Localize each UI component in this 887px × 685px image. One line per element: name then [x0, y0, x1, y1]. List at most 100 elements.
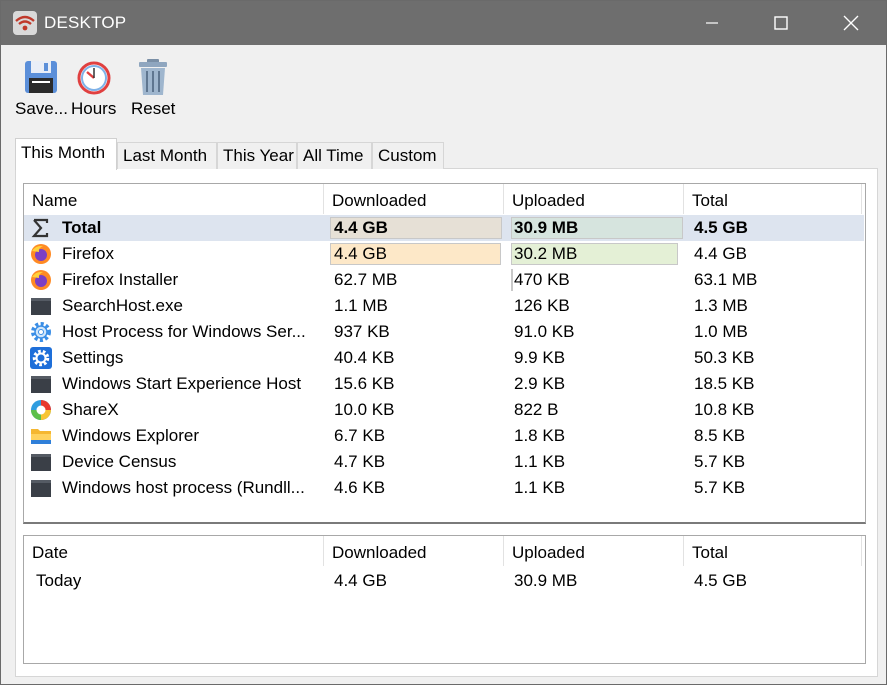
app-window-icon: [31, 480, 51, 497]
maximize-icon: [774, 16, 788, 30]
table-row[interactable]: Windows Start Experience Host 15.6 KB 2.…: [24, 371, 864, 397]
reset-button[interactable]: Reset: [131, 57, 175, 119]
table-row[interactable]: Host Process for Windows Ser... 937 KB 9…: [24, 319, 864, 345]
close-icon: [843, 15, 859, 31]
total-value: 4.5 GB: [694, 571, 747, 590]
app-name: ShareX: [62, 400, 119, 419]
table-header: Date Downloaded Uploaded Total: [24, 536, 865, 566]
table-row[interactable]: Windows host process (Rundll... 4.6 KB 1…: [24, 475, 864, 501]
total-value: 8.5 KB: [694, 426, 746, 445]
app-name: SearchHost.exe: [62, 296, 183, 315]
total-value: 1.0 MB: [694, 322, 748, 341]
column-header-downloaded[interactable]: Downloaded: [324, 184, 504, 214]
uploaded-value: 1.1 KB: [514, 478, 566, 497]
tab-this-month[interactable]: This Month: [15, 138, 117, 170]
total-total: 4.5 GB: [694, 218, 748, 237]
apps-usage-table[interactable]: Name Downloaded Uploaded Total Total 4.4…: [23, 183, 866, 524]
floppy-disk-icon: [25, 61, 58, 93]
table-header: Name Downloaded Uploaded Total: [24, 184, 865, 214]
firefox-icon: [31, 244, 51, 264]
downloaded-value: 15.6 KB: [334, 374, 395, 393]
table-row[interactable]: Firefox 4.4 GB 30.2 MB 4.4 GB: [24, 241, 864, 267]
dates-usage-table[interactable]: Date Downloaded Uploaded Total Today 4.4…: [23, 535, 866, 664]
downloaded-value: 937 KB: [334, 322, 390, 341]
table-row[interactable]: SearchHost.exe 1.1 MB 126 KB 1.3 MB: [24, 293, 864, 319]
app-name: Firefox Installer: [62, 270, 179, 289]
downloaded-value: 1.1 MB: [334, 296, 388, 315]
app-window-icon: [31, 454, 51, 471]
column-header-uploaded[interactable]: Uploaded: [504, 536, 684, 566]
minimize-button[interactable]: [677, 1, 747, 45]
app-name: Windows Explorer: [62, 426, 199, 445]
wifi-usage-icon: [13, 11, 37, 35]
tab-all-time[interactable]: All Time: [297, 142, 372, 169]
tab-this-year[interactable]: This Year: [217, 142, 297, 169]
table-row[interactable]: Today 4.4 GB 30.9 MB 4.5 GB: [24, 568, 864, 594]
column-header-total[interactable]: Total: [684, 184, 862, 214]
hours-button[interactable]: Hours: [71, 57, 116, 119]
tab-custom[interactable]: Custom: [372, 142, 444, 169]
app-name: Windows Start Experience Host: [62, 374, 302, 393]
uploaded-value: 2.9 KB: [514, 374, 566, 393]
reset-label: Reset: [131, 99, 176, 118]
uploaded-value: 470 KB: [514, 270, 570, 289]
uploaded-value: 1.8 KB: [514, 426, 566, 445]
window-title: DESKTOP: [44, 13, 127, 32]
folder-icon: [31, 429, 51, 444]
table-row[interactable]: Windows Explorer 6.7 KB 1.8 KB 8.5 KB: [24, 423, 864, 449]
title-bar: DESKTOP: [1, 1, 886, 45]
uploaded-value: 30.2 MB: [514, 244, 578, 263]
table-row[interactable]: Settings 40.4 KB 9.9 KB 50.3 KB: [24, 345, 864, 371]
column-header-name[interactable]: Name: [24, 184, 324, 214]
gear-light-icon: [31, 322, 51, 342]
total-value: 1.3 MB: [694, 296, 748, 315]
column-header-total[interactable]: Total: [684, 536, 862, 566]
downloaded-value: 6.7 KB: [334, 426, 386, 445]
sigma-icon: [31, 218, 49, 238]
app-name: Settings: [62, 348, 124, 367]
downloaded-value: 4.6 KB: [334, 478, 386, 497]
total-downloaded: 4.4 GB: [334, 218, 388, 237]
app-name: Firefox: [62, 244, 114, 263]
close-button[interactable]: [816, 1, 886, 45]
downloaded-value: 40.4 KB: [334, 348, 395, 367]
total-value: 10.8 KB: [694, 400, 755, 419]
tab-last-month[interactable]: Last Month: [117, 142, 217, 169]
trash-can-icon: [139, 59, 168, 95]
table-row[interactable]: Device Census 4.7 KB 1.1 KB 5.7 KB: [24, 449, 864, 475]
settings-gear-icon: [30, 347, 52, 369]
total-value: 18.5 KB: [694, 374, 755, 393]
table-row-total[interactable]: Total 4.4 GB 30.9 MB 4.5 GB: [24, 215, 864, 241]
app-name: Device Census: [62, 452, 177, 471]
table-row[interactable]: ShareX 10.0 KB 822 B 10.8 KB: [24, 397, 864, 423]
total-value: 50.3 KB: [694, 348, 755, 367]
downloaded-value: 4.7 KB: [334, 452, 386, 471]
total-uploaded: 30.9 MB: [514, 218, 579, 237]
save-label: Save...: [15, 99, 68, 118]
uploaded-value: 126 KB: [514, 296, 570, 315]
save-button[interactable]: Save...: [15, 57, 68, 119]
app-window-icon: [31, 298, 51, 315]
uploaded-value: 30.9 MB: [514, 571, 578, 590]
uploaded-value: 1.1 KB: [514, 452, 566, 471]
app-window: DESKTOP Save... Hours Reset This Month L…: [0, 0, 887, 685]
sharex-icon: [31, 400, 51, 420]
downloaded-value: 10.0 KB: [334, 400, 395, 419]
maximize-button[interactable]: [746, 1, 816, 45]
table-row[interactable]: Firefox Installer 62.7 MB 470 KB 63.1 MB: [24, 267, 864, 293]
minimize-icon: [706, 22, 718, 24]
hours-label: Hours: [71, 99, 117, 118]
app-window-icon: [31, 376, 51, 393]
toolbar: Save... Hours Reset: [1, 45, 886, 125]
clock-icon: [77, 61, 111, 95]
column-header-downloaded[interactable]: Downloaded: [324, 536, 504, 566]
app-name: Windows host process (Rundll...: [62, 478, 305, 497]
uploaded-value: 91.0 KB: [514, 322, 575, 341]
total-name: Total: [62, 218, 102, 237]
total-value: 5.7 KB: [694, 478, 746, 497]
column-header-date[interactable]: Date: [24, 536, 324, 566]
uploaded-value: 9.9 KB: [514, 348, 566, 367]
uploaded-value: 822 B: [514, 400, 559, 419]
total-value: 63.1 MB: [694, 270, 758, 289]
column-header-uploaded[interactable]: Uploaded: [504, 184, 684, 214]
